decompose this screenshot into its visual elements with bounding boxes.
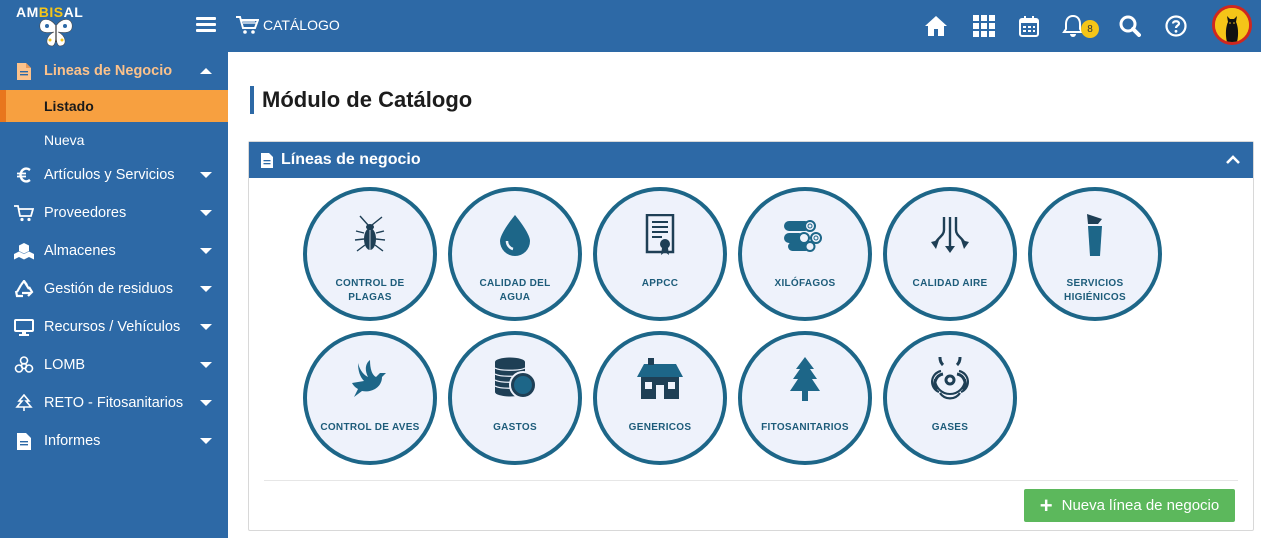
business-line-label: CALIDAD DEL AGUA (479, 278, 551, 303)
file-icon (261, 152, 273, 168)
sidebar-item-label: RETO - Fitosanitarios (44, 395, 184, 411)
breadcrumb[interactable]: CATÁLOGO (235, 15, 340, 35)
logo[interactable]: AMBISAL (0, 0, 228, 52)
business-line-control-plagas[interactable]: CONTROL DE PLAGAS (303, 187, 437, 321)
sidebar-item-informes[interactable]: Informes (0, 422, 228, 460)
cockroach-icon (307, 213, 433, 257)
business-line-calidad-aire[interactable]: CALIDAD AIRE (883, 187, 1017, 321)
help-icon[interactable] (1164, 14, 1188, 38)
business-line-servicios-higienicos[interactable]: SERVICIOS HIGIÉNICOS (1028, 187, 1162, 321)
chevron-down-icon (200, 438, 212, 444)
add-business-line-button[interactable]: + Nueva línea de negocio (1024, 489, 1235, 522)
business-line-label: XILÓFAGOS (774, 278, 836, 289)
business-line-label: CONTROL DE PLAGAS (335, 278, 405, 303)
tree-icon (742, 357, 868, 401)
page-title: Módulo de Catálogo (250, 86, 472, 114)
sidebar-subitem-nueva[interactable]: Nueva (0, 124, 228, 156)
section-title: CATÁLOGO (263, 17, 340, 33)
biohazard-icon (887, 357, 1013, 401)
business-line-label: CONTROL DE AVES (320, 422, 420, 433)
certificate-icon (597, 213, 723, 257)
business-line-gastos[interactable]: GASTOS (448, 331, 582, 465)
sidebar-item-lineas-de-negocio[interactable]: Lineas de Negocio (0, 52, 228, 90)
menu-toggle-icon[interactable] (196, 15, 218, 37)
file-icon (0, 432, 44, 450)
notification-badge: 8 (1081, 20, 1099, 38)
business-line-label: GENERICOS (628, 422, 692, 433)
sidebar-item-articulos-servicios[interactable]: Artículos y Servicios (0, 156, 228, 194)
business-line-label: SERVICIOS HIGIÉNICOS (1064, 278, 1126, 303)
sidebar-item-label: Lineas de Negocio (44, 63, 173, 79)
chevron-down-icon (200, 286, 212, 292)
business-line-appcc[interactable]: APPCC (593, 187, 727, 321)
business-line-label: FITOSANITARIOS (761, 422, 849, 433)
recycle-icon (0, 280, 44, 298)
logs-icon (742, 213, 868, 257)
tree-icon (0, 394, 44, 412)
add-button-label: Nueva línea de negocio (1061, 497, 1220, 514)
boxes-icon (0, 242, 44, 260)
business-line-label: GASES (931, 422, 969, 433)
apps-grid-icon[interactable] (972, 14, 996, 38)
business-line-label: APPCC (641, 278, 679, 289)
plus-icon: + (1039, 492, 1053, 518)
cart-icon (236, 16, 259, 34)
sidebar-item-label: Recursos / Vehículos (44, 319, 181, 335)
sidebar: Lineas de Negocio Listado Nueva Artículo… (0, 52, 228, 538)
chevron-down-icon (200, 362, 212, 368)
cup-icon (1032, 213, 1158, 257)
chevron-down-icon (200, 172, 212, 178)
monitor-icon (0, 318, 44, 336)
biohazard-icon (0, 356, 44, 374)
sidebar-item-label: Almacenes (44, 243, 116, 259)
top-bar: AMBISAL CATÁLOGO 8 (0, 0, 1261, 52)
chevron-up-icon[interactable] (1225, 152, 1241, 168)
sidebar-subitem-listado[interactable]: Listado (0, 90, 228, 122)
chevron-down-icon (200, 248, 212, 254)
business-line-fitosanitarios[interactable]: FITOSANITARIOS (738, 331, 872, 465)
house-icon (597, 357, 723, 401)
panel-header: Líneas de negocio (249, 142, 1253, 178)
main-content: Módulo de Catálogo Líneas de negocio CON… (228, 52, 1261, 538)
cart-icon (0, 204, 44, 222)
sidebar-item-lomb[interactable]: LOMB (0, 346, 228, 384)
business-lines-panel: Líneas de negocio CONTROL DE PLAGAS CALID… (248, 141, 1254, 531)
business-line-genericos[interactable]: GENERICOS (593, 331, 727, 465)
sidebar-item-gestion-residuos[interactable]: Gestión de residuos (0, 270, 228, 308)
sidebar-item-label: Artículos y Servicios (44, 167, 175, 183)
dove-icon (307, 357, 433, 401)
coins-icon (452, 357, 578, 401)
butterfly-logo-icon (39, 19, 73, 47)
business-line-control-aves[interactable]: CONTROL DE AVES (303, 331, 437, 465)
air-arrows-icon (887, 213, 1013, 257)
sidebar-item-label: LOMB (44, 357, 86, 373)
business-line-gases[interactable]: GASES (883, 331, 1017, 465)
sidebar-item-reto-fitosanitarios[interactable]: RETO - Fitosanitarios (0, 384, 228, 422)
sidebar-item-proveedores[interactable]: Proveedores (0, 194, 228, 232)
chevron-down-icon (200, 400, 212, 406)
sidebar-item-label: Informes (44, 433, 101, 449)
sidebar-item-recursos-vehiculos[interactable]: Recursos / Vehículos (0, 308, 228, 346)
home-icon[interactable] (924, 14, 948, 38)
business-line-xilofagos[interactable]: XILÓFAGOS (738, 187, 872, 321)
avatar[interactable] (1212, 5, 1252, 45)
business-line-label: GASTOS (493, 422, 537, 433)
chevron-up-icon (200, 68, 212, 74)
water-drop-icon (452, 213, 578, 257)
sidebar-item-label: Gestión de residuos (44, 281, 173, 297)
business-line-label: CALIDAD AIRE (912, 278, 988, 289)
chevron-down-icon (200, 324, 212, 330)
calendar-icon[interactable] (1017, 14, 1041, 38)
business-line-calidad-agua[interactable]: CALIDAD DEL AGUA (448, 187, 582, 321)
panel-divider (264, 480, 1238, 481)
sidebar-item-label: Proveedores (44, 205, 127, 221)
search-icon[interactable] (1118, 14, 1142, 38)
panel-title: Líneas de negocio (281, 151, 421, 168)
euro-icon (0, 167, 44, 183)
file-icon (0, 62, 44, 80)
chevron-down-icon (200, 210, 212, 216)
sidebar-item-almacenes[interactable]: Almacenes (0, 232, 228, 270)
